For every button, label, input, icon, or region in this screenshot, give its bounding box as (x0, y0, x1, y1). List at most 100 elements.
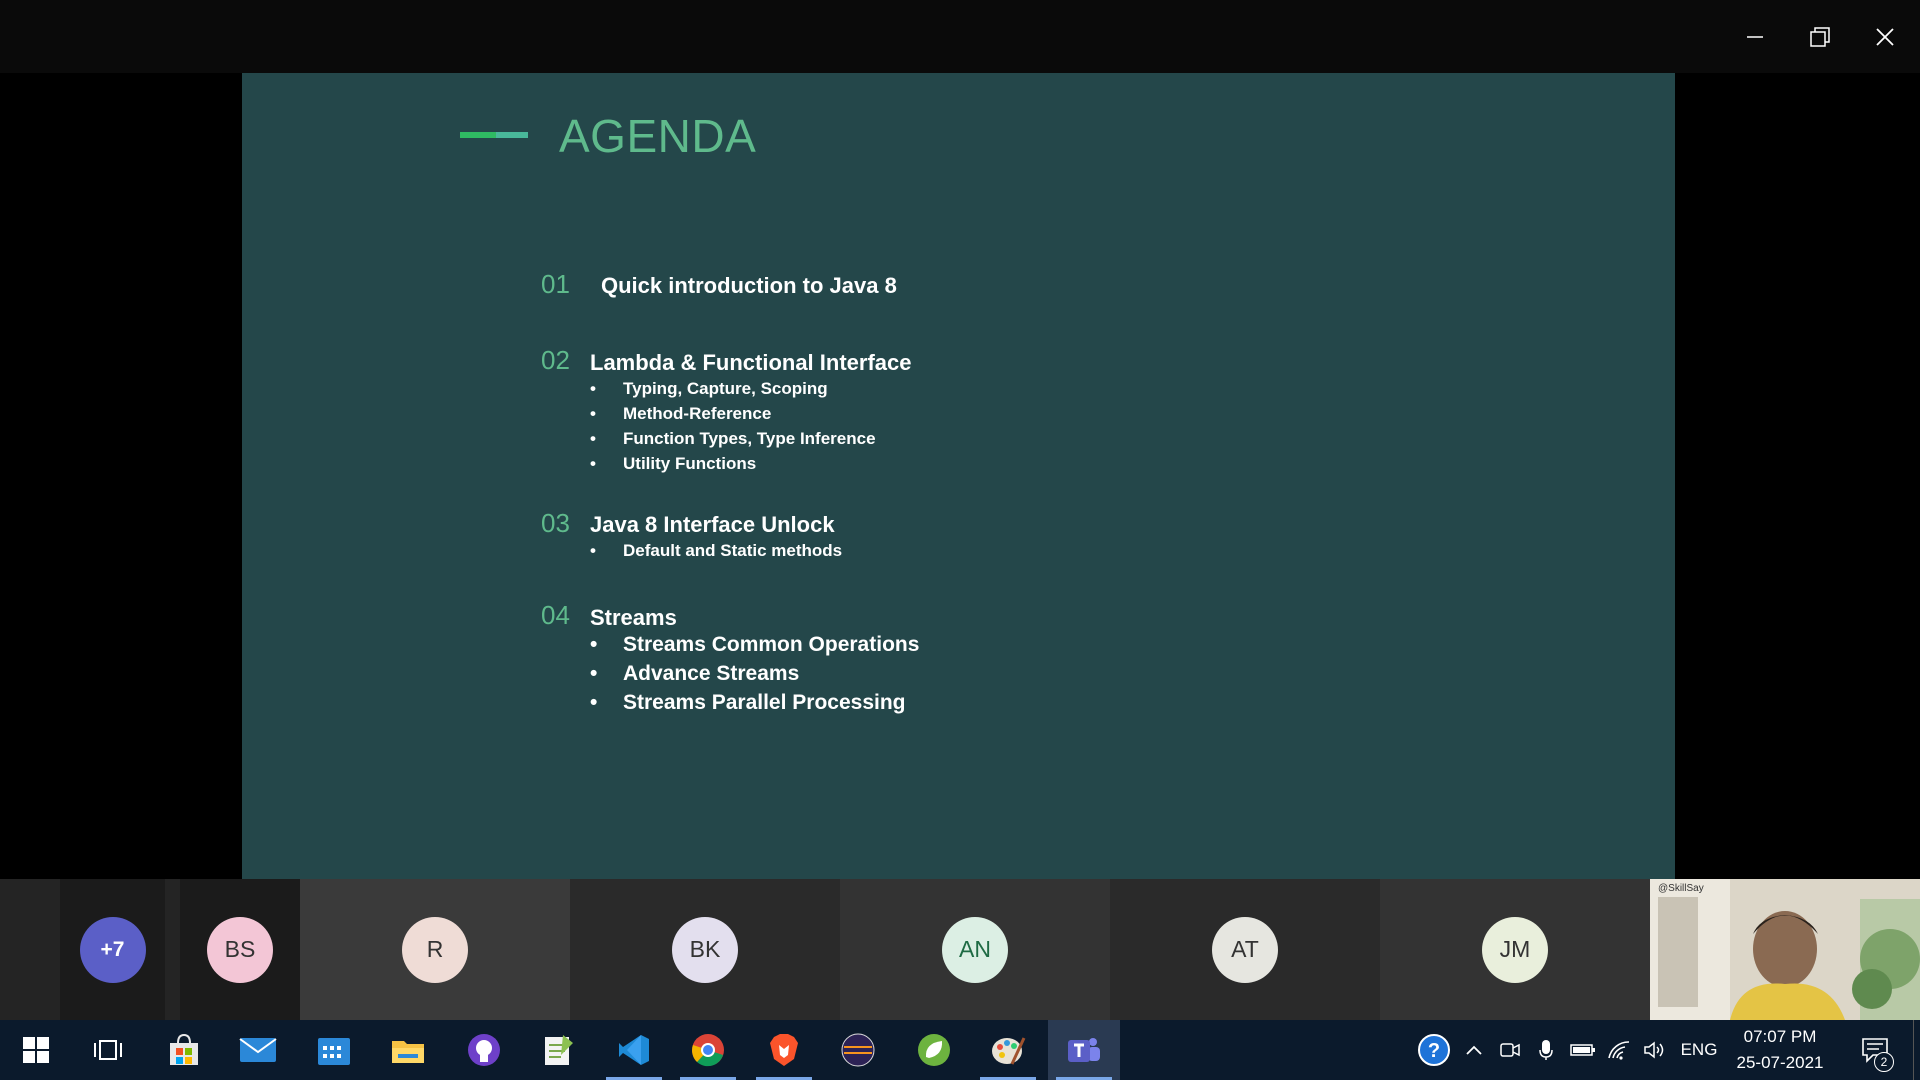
participant-avatar: AT (1212, 916, 1278, 983)
store-icon (170, 1033, 198, 1065)
taskbar-store[interactable] (148, 1020, 220, 1080)
show-hidden-icons-button[interactable] (1458, 1020, 1490, 1080)
calendar-icon (318, 1038, 350, 1065)
camera-icon (1500, 1043, 1520, 1057)
vscode-icon (619, 1035, 649, 1065)
taskbar-spring-tools[interactable] (898, 1020, 970, 1080)
chevron-up-icon (1466, 1045, 1482, 1055)
agenda-bullet: Streams Parallel Processing (590, 688, 919, 717)
taskbar-github[interactable] (448, 1020, 520, 1080)
agenda-bullets: Default and Static methods (590, 538, 842, 563)
agenda-bullet: Method-Reference (590, 401, 876, 426)
taskbar-eclipse[interactable] (822, 1020, 894, 1080)
participant-avatar: R (402, 916, 468, 983)
paint-palette-icon (992, 1037, 1026, 1065)
taskbar-notepad[interactable] (522, 1020, 594, 1080)
eclipse-icon (841, 1033, 875, 1067)
task-view-button[interactable] (72, 1020, 144, 1080)
agenda-heading: Quick introduction to Java 8 (601, 273, 897, 298)
taskbar-clock[interactable]: 07:07 PM 25-07-2021 (1720, 1020, 1840, 1080)
help-tray-button[interactable]: ? (1414, 1020, 1454, 1080)
minimize-icon (1747, 36, 1763, 38)
participant-avatar: BK (672, 916, 738, 983)
presenter-video-tile[interactable]: @SkillSay (1650, 879, 1920, 1020)
taskbar-teams[interactable] (1048, 1020, 1120, 1080)
task-view-icon (94, 1040, 122, 1060)
participant-tile-bs[interactable]: BS (180, 879, 300, 1020)
wifi-icon (1608, 1041, 1630, 1060)
participant-tile-bk[interactable]: BK (570, 879, 840, 1020)
github-icon (468, 1034, 500, 1066)
help-icon: ? (1418, 1034, 1450, 1066)
microphone-icon (1539, 1040, 1553, 1060)
agenda-bullets: Typing, Capture, Scoping Method-Referenc… (590, 376, 876, 476)
action-center-button[interactable]: 2 (1852, 1020, 1900, 1080)
agenda-number: 03 (541, 508, 570, 538)
start-button[interactable] (0, 1020, 72, 1080)
agenda-bullet: Default and Static methods (590, 538, 842, 563)
taskbar-vscode[interactable] (598, 1020, 670, 1080)
show-desktop-strip[interactable] (1913, 1020, 1920, 1080)
agenda-heading: Streams (590, 605, 677, 630)
taskbar-file-explorer[interactable] (372, 1020, 444, 1080)
participants-strip: +7 BS R BK AN AT JM @SkillSay (0, 879, 1920, 1020)
title-accent-bar (460, 132, 528, 138)
taskbar-brave[interactable] (748, 1020, 820, 1080)
minimize-button[interactable] (1730, 12, 1780, 62)
overflow-count-badge: +7 (79, 916, 146, 983)
spring-leaf-icon (918, 1034, 950, 1066)
clock-time: 07:07 PM (1743, 1027, 1817, 1046)
presentation-slide: AGENDA 01 Quick introduction to Java 8 0… (242, 73, 1675, 879)
agenda-number: 01 (541, 269, 570, 299)
slide-title: AGENDA (559, 110, 757, 162)
agenda-bullet: Streams Common Operations (590, 630, 919, 659)
agenda-bullet: Advance Streams (590, 659, 919, 688)
mail-icon (239, 1038, 277, 1062)
speaker-icon (1644, 1041, 1664, 1059)
agenda-heading: Java 8 Interface Unlock (590, 512, 835, 537)
meet-now-tray-button[interactable] (1494, 1020, 1526, 1080)
participant-tile-at[interactable]: AT (1110, 879, 1380, 1020)
window-title-bar (0, 0, 1920, 73)
agenda-heading: Lambda & Functional Interface (590, 350, 912, 375)
taskbar-calendar[interactable] (298, 1020, 370, 1080)
video-watermark: @SkillSay (1658, 883, 1704, 894)
presenter-video-feed (1650, 879, 1920, 1020)
svg-text:?: ? (1428, 1040, 1440, 1062)
agenda-number: 04 (541, 600, 570, 630)
wifi-tray-button[interactable] (1602, 1020, 1636, 1080)
agenda-bullet: Typing, Capture, Scoping (590, 376, 876, 401)
restore-button[interactable] (1795, 12, 1845, 62)
battery-icon (1570, 1044, 1595, 1056)
notepad-plus-icon (545, 1035, 573, 1065)
participant-tile-an[interactable]: AN (840, 879, 1110, 1020)
taskbar-chrome[interactable] (672, 1020, 744, 1080)
brave-icon (770, 1034, 798, 1066)
participant-avatar: AN (942, 916, 1008, 983)
agenda-bullets: Streams Common Operations Advance Stream… (590, 630, 919, 717)
participant-avatar: BS (207, 916, 273, 983)
volume-tray-button[interactable] (1638, 1020, 1672, 1080)
participant-tile-jm[interactable]: JM (1380, 879, 1650, 1020)
close-button[interactable] (1860, 12, 1910, 62)
participant-overflow-tile[interactable]: +7 (60, 879, 165, 1020)
folder-icon (392, 1041, 424, 1063)
taskbar-mail[interactable] (222, 1020, 294, 1080)
teams-icon (1068, 1038, 1100, 1062)
close-icon (1876, 28, 1894, 46)
participant-tile-r[interactable]: R (300, 879, 570, 1020)
restore-icon (1810, 27, 1830, 47)
windows-taskbar: ? ENG 07:07 PM 25-07-2021 2 (0, 1020, 1920, 1080)
participant-avatar: JM (1482, 916, 1548, 983)
agenda-bullet: Function Types, Type Inference (590, 426, 876, 451)
input-language-button[interactable]: ENG (1676, 1020, 1722, 1080)
chrome-icon (692, 1034, 724, 1067)
windows-logo-icon (23, 1037, 49, 1063)
notification-count-badge: 2 (1874, 1052, 1894, 1072)
microphone-tray-button[interactable] (1530, 1020, 1562, 1080)
battery-tray-button[interactable] (1566, 1020, 1600, 1080)
taskbar-paint[interactable] (972, 1020, 1044, 1080)
clock-date: 25-07-2021 (1736, 1053, 1824, 1072)
agenda-bullet: Utility Functions (590, 451, 876, 476)
language-label: ENG (1680, 1040, 1718, 1059)
